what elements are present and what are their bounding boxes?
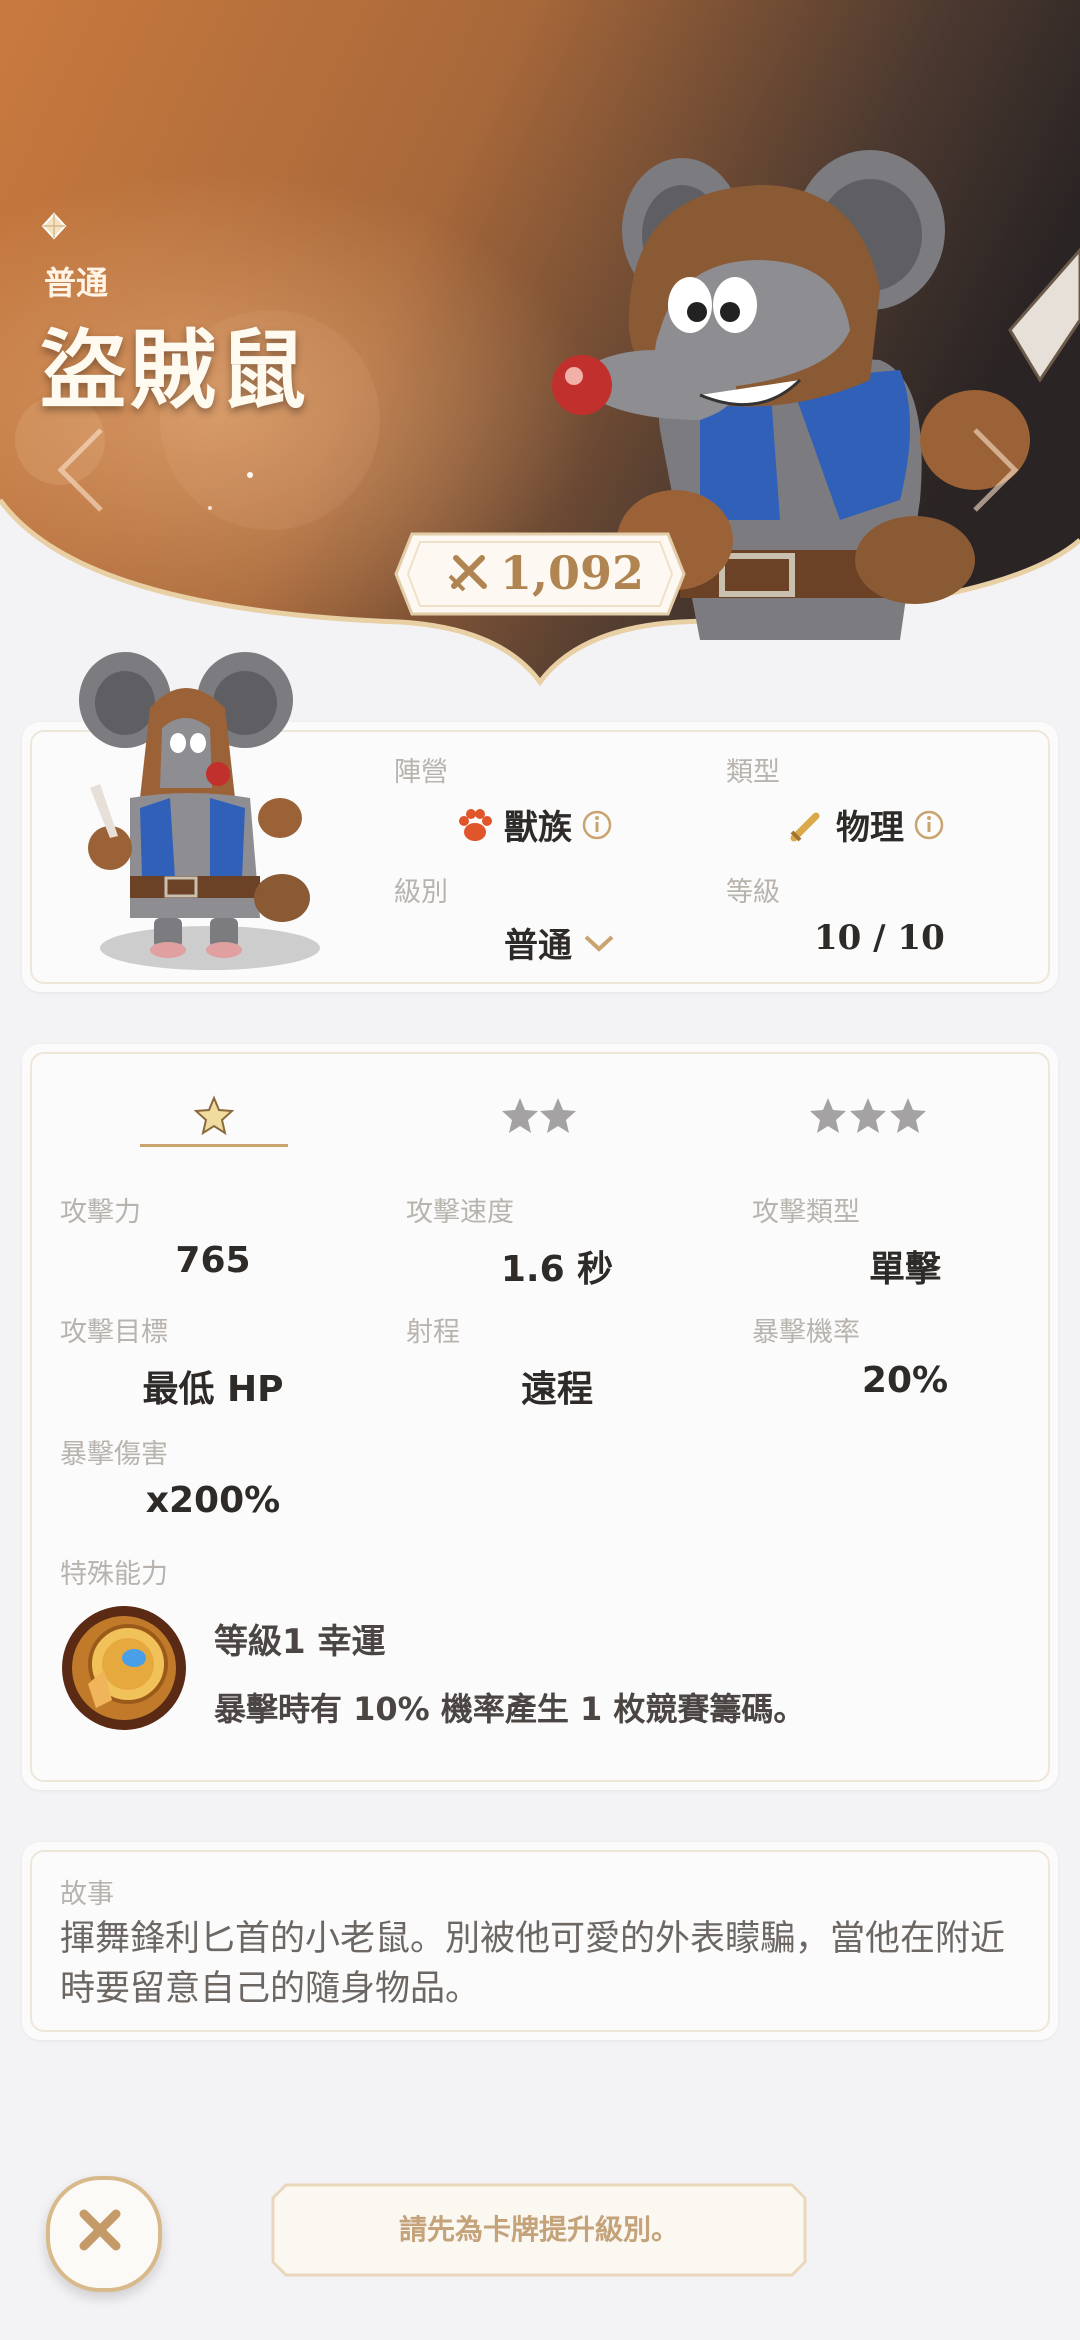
story-text: 揮舞鋒利匕首的小老鼠。別被他可愛的外表矇騙，當他在附近時要留意自己的隨身物品。 xyxy=(60,1919,1006,2009)
info-icon[interactable] xyxy=(582,810,612,840)
combat-power: 1,092 xyxy=(500,546,645,600)
sword-power-icon xyxy=(448,555,487,592)
close-button[interactable] xyxy=(46,2176,162,2292)
info-icon[interactable] xyxy=(914,810,944,840)
star-icon xyxy=(502,1098,576,1133)
attack-type-value: 單擊 xyxy=(868,1249,941,1290)
attack-speed-label: 攻擊速度 xyxy=(406,1197,514,1228)
tab-2-stars[interactable] xyxy=(460,1080,620,1150)
attack-label: 攻擊力 xyxy=(60,1197,141,1228)
special-ability-label: 特殊能力 xyxy=(60,1559,168,1590)
range-value: 遠程 xyxy=(520,1369,593,1410)
range-label: 射程 xyxy=(406,1317,460,1348)
character-thumbnail xyxy=(79,652,320,970)
star-icon xyxy=(194,1095,234,1135)
skill-title: 等級1 幸運 xyxy=(214,1622,386,1662)
crit-rate-value: 20% xyxy=(861,1360,949,1401)
tab-underline xyxy=(140,1144,288,1147)
upgrade-hint: 請先為卡牌提升級別。 xyxy=(398,2213,679,2246)
faction-text: 獸族 xyxy=(504,808,572,848)
arrow-right-icon[interactable] xyxy=(960,420,1030,520)
crit-damage-value: x200% xyxy=(145,1480,281,1521)
attack-value: 765 xyxy=(175,1240,251,1281)
skill-description: 暴擊時有 10% 機率產生 1 枚競賽籌碼。 xyxy=(214,1690,806,1728)
target-label: 攻擊目標 xyxy=(60,1317,168,1348)
attack-speed-value: 1.6 秒 xyxy=(500,1249,614,1290)
tab-3-stars[interactable] xyxy=(788,1080,948,1150)
tier-dropdown[interactable]: 普通 xyxy=(504,918,616,967)
rarity-label: 普通 xyxy=(44,264,109,302)
arrow-left-icon[interactable] xyxy=(46,420,116,520)
type-text: 物理 xyxy=(836,808,904,848)
sword-icon xyxy=(790,812,820,841)
type-label: 類型 xyxy=(726,757,780,788)
paw-icon xyxy=(459,808,492,841)
close-icon xyxy=(79,2209,121,2251)
attack-type-label: 攻擊類型 xyxy=(752,1197,860,1228)
gem-icon xyxy=(41,212,67,240)
star-icon xyxy=(810,1098,926,1133)
story-label: 故事 xyxy=(60,1879,114,1910)
tab-1-star[interactable] xyxy=(140,1080,288,1150)
skill-coin-icon[interactable] xyxy=(60,1604,188,1732)
crit-rate-label: 暴擊機率 xyxy=(752,1317,860,1348)
type-value[interactable]: 物理 xyxy=(788,800,944,849)
target-value: 最低 HP xyxy=(142,1369,284,1410)
chevron-down-icon xyxy=(584,935,614,952)
tier-text: 普通 xyxy=(504,926,572,966)
tier-label: 級別 xyxy=(394,877,448,908)
character-name: 盜賊鼠 xyxy=(40,320,310,421)
faction-value[interactable]: 獸族 xyxy=(456,800,612,849)
faction-label: 陣營 xyxy=(394,757,448,788)
crit-damage-label: 暴擊傷害 xyxy=(60,1439,168,1470)
level-value: 10 / 10 xyxy=(814,918,945,958)
level-label: 等級 xyxy=(726,877,780,908)
